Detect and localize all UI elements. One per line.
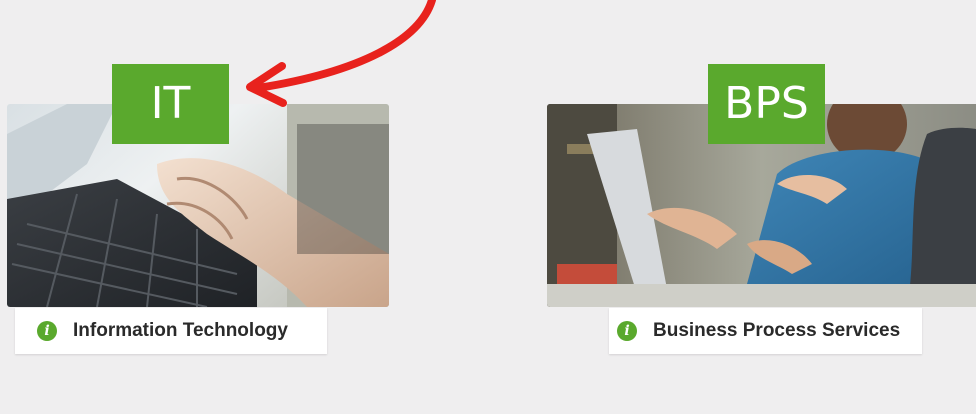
annotation-arrow	[246, 0, 436, 107]
